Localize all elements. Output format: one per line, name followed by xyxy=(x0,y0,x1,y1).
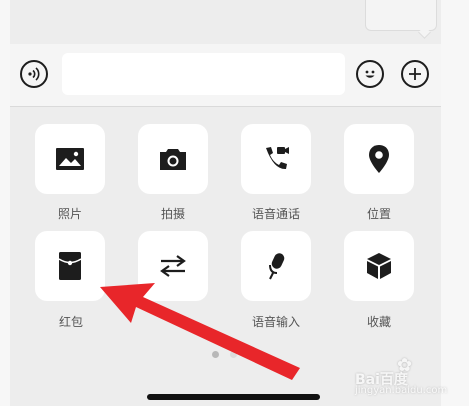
screen-edge-right xyxy=(441,0,469,406)
camera-label: 拍摄 xyxy=(160,207,185,221)
red-packet-label: 红包 xyxy=(59,315,84,329)
more-functions-button[interactable] xyxy=(401,60,429,88)
red-packet-button[interactable] xyxy=(35,231,105,301)
message-input[interactable] xyxy=(62,53,345,95)
page-indicator-dot-1[interactable] xyxy=(212,351,219,358)
favorites-icon xyxy=(364,251,394,281)
screen-edge-left xyxy=(0,0,10,406)
photo-label: 照片 xyxy=(57,207,82,221)
home-indicator[interactable] xyxy=(147,394,320,400)
plus-icon xyxy=(407,66,423,82)
transfer-button[interactable] xyxy=(138,231,208,301)
input-bar xyxy=(10,44,441,107)
favorites-label: 收藏 xyxy=(366,315,391,329)
watermark-sub-text: jingyan.baidu.com xyxy=(355,385,448,396)
red-packet-icon xyxy=(58,251,82,281)
location-button[interactable] xyxy=(344,124,414,194)
location-icon xyxy=(367,144,391,174)
voice-input-button[interactable] xyxy=(241,231,311,301)
voice-input-label: 语音输入 xyxy=(251,315,300,329)
voice-video-call-icon xyxy=(261,144,291,174)
emoji-button[interactable] xyxy=(356,60,384,88)
location-label: 位置 xyxy=(366,207,391,221)
baidu-watermark: ✿ Bai百度 jingyan.baidu.com xyxy=(355,355,463,399)
message-bubble[interactable] xyxy=(365,0,437,31)
page-indicator-dot-2[interactable] xyxy=(230,351,237,358)
transfer-icon xyxy=(159,254,187,278)
photo-icon xyxy=(55,147,85,171)
microphone-icon xyxy=(264,251,288,281)
voice-call-button[interactable] xyxy=(241,124,311,194)
camera-button[interactable] xyxy=(138,124,208,194)
favorites-button[interactable] xyxy=(344,231,414,301)
camera-icon xyxy=(158,147,188,171)
voice-mode-button[interactable] xyxy=(20,60,48,88)
emoji-icon xyxy=(361,65,379,83)
voice-mode-icon xyxy=(26,66,42,82)
photo-button[interactable] xyxy=(35,124,105,194)
voice-call-label: 语音通话 xyxy=(251,207,300,221)
